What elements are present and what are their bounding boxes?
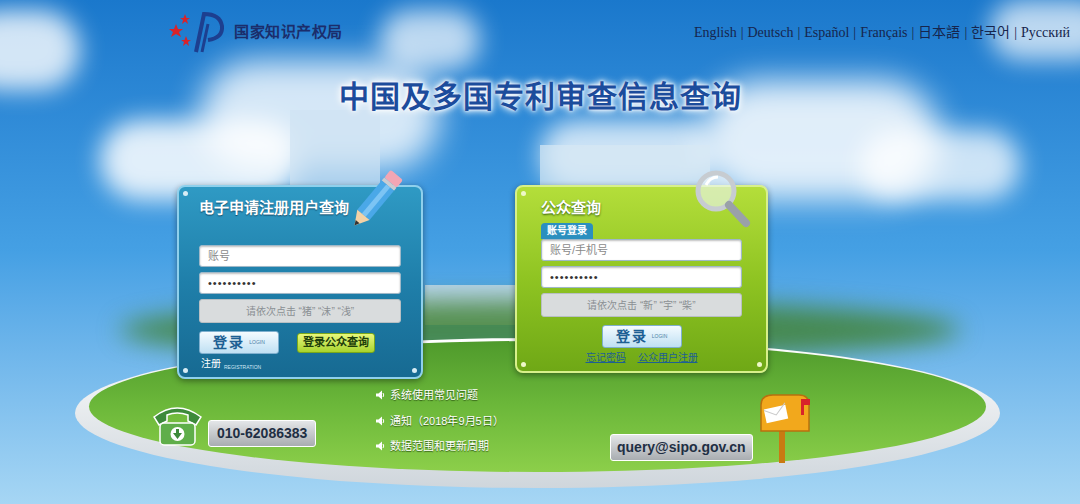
email-contact: query@sipo.gov.cn — [610, 385, 813, 465]
phone-contact: 010-62086383 — [150, 385, 350, 449]
screw-dot — [757, 362, 762, 367]
language-link[interactable]: Español — [804, 22, 849, 43]
header: 国家知识产权局English|Deutsch|Español|Français|… — [0, 0, 1080, 60]
language-link[interactable]: English — [694, 22, 737, 43]
contact-row: 010-62086383 系统使用常见问题通知（2018年9月5日） 数据范围和更新… — [0, 385, 1080, 465]
notice-item[interactable]: 数据范围和更新周期 — [375, 438, 610, 455]
language-link[interactable]: 日本語 — [918, 22, 960, 43]
page-title: 中国及多国专利审查信息查询 — [0, 78, 1080, 116]
language-separator: | — [1014, 22, 1017, 43]
speaker-icon — [375, 390, 385, 400]
login-label: 登录 — [213, 332, 245, 353]
pencil-icon — [347, 165, 403, 237]
account-input[interactable] — [541, 239, 742, 261]
panels-row: 电子申请注册用户查询请依次点击 “猪” “沫” “浅”登录LOGIN登录公众查询… — [0, 185, 1080, 379]
language-separator: | — [797, 22, 800, 43]
language-separator: | — [853, 22, 856, 43]
login-sub: LOGIN — [652, 333, 668, 341]
speaker-icon — [375, 441, 385, 451]
login-button[interactable]: 登录 LOGIN — [602, 325, 682, 348]
language-link[interactable]: Deutsch — [748, 22, 794, 43]
link-row: 忘记密码公众用户注册 — [541, 350, 742, 365]
cnipa-logo-icon — [168, 10, 230, 54]
captcha-box[interactable]: 请依次点击 “猪” “沫” “浅” — [199, 299, 401, 323]
screw-dot — [183, 368, 188, 373]
register-link[interactable]: 注册REGISTRATION — [201, 356, 401, 371]
phone-number: 010-62086383 — [208, 420, 316, 447]
notice-text: 通知（2018年9月5日） — [390, 413, 504, 430]
public-query-button[interactable]: 登录公众查询 — [297, 333, 375, 353]
language-link[interactable]: Русский — [1021, 22, 1070, 43]
login-label: 登录 — [616, 326, 648, 347]
login-form: 请依次点击 “新” “宇” “柴” — [541, 239, 742, 317]
public-link[interactable]: 公众用户注册 — [638, 350, 698, 365]
public-link[interactable]: 忘记密码 — [586, 350, 626, 365]
notice-list: 系统使用常见问题通知（2018年9月5日） 数据范围和更新周期 — [375, 385, 610, 455]
tab-label: 账号登录 — [547, 225, 587, 236]
screw-dot — [521, 191, 526, 196]
password-input[interactable] — [541, 266, 742, 288]
screw-dot — [412, 368, 417, 373]
magnifier-icon — [692, 167, 752, 229]
language-separator: | — [741, 22, 744, 43]
captcha-prompt: 请依次点击 “新” “宇” “柴” — [587, 298, 695, 313]
login-tab[interactable]: 账号登录 — [541, 223, 593, 239]
notice-text: 系统使用常见问题 — [390, 387, 478, 404]
speaker-icon — [375, 416, 385, 426]
language-bar: English|Deutsch|Español|Français|日本語|한국어… — [694, 0, 1080, 43]
button-row: 登录 LOGIN — [541, 325, 742, 348]
login-button[interactable]: 登录 LOGIN — [199, 331, 279, 354]
button-row: 登录 LOGIN 登录公众查询 — [199, 331, 401, 354]
notice-text: 数据范围和更新周期 — [390, 438, 489, 455]
registered-user-panel: 电子申请注册用户查询请依次点击 “猪” “沫” “浅”登录LOGIN登录公众查询… — [177, 185, 423, 379]
logo-text: 国家知识产权局 — [234, 21, 343, 44]
logo[interactable]: 国家知识产权局 — [0, 0, 343, 54]
captcha-box[interactable]: 请依次点击 “新” “宇” “柴” — [541, 293, 742, 317]
register-sub: REGISTRATION — [224, 364, 261, 372]
account-input[interactable] — [199, 245, 401, 267]
register-label: 注册 — [201, 356, 221, 371]
email-address: query@sipo.gov.cn — [610, 434, 753, 461]
public-query-panel: 公众查询账号登录请依次点击 “新” “宇” “柴”登录LOGIN忘记密码公众用户… — [515, 185, 768, 373]
captcha-prompt: 请依次点击 “猪” “沫” “浅” — [246, 304, 354, 319]
login-sub: LOGIN — [249, 339, 265, 347]
screw-dot — [183, 191, 188, 196]
tab-bar: 账号登录 — [541, 223, 742, 239]
language-separator: | — [964, 22, 967, 43]
notice-item[interactable]: 系统使用常见问题 — [375, 387, 610, 404]
password-input[interactable] — [199, 272, 401, 294]
language-separator: | — [912, 22, 915, 43]
notice-item[interactable]: 通知（2018年9月5日） — [375, 413, 610, 430]
login-form: 请依次点击 “猪” “沫” “浅” — [199, 245, 401, 323]
language-link[interactable]: Français — [860, 22, 907, 43]
screw-dot — [521, 362, 526, 367]
mailbox-icon — [751, 393, 813, 465]
language-link[interactable]: 한국어 — [971, 22, 1010, 43]
telephone-icon — [150, 399, 205, 449]
